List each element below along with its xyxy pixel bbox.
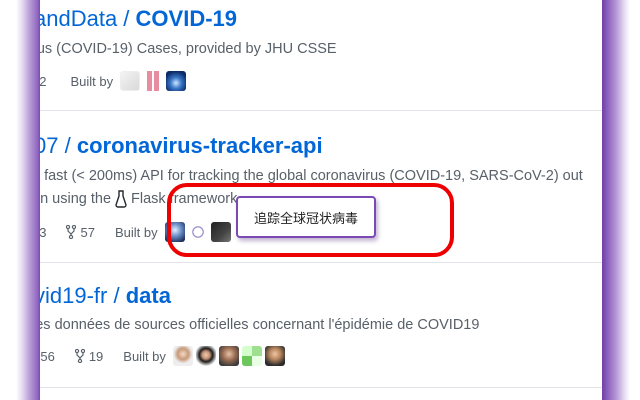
repo-description-line: d fast (< 200ms) API for tracking the gl…: [40, 168, 583, 184]
description-prefix: on using the: [40, 191, 112, 207]
avatar[interactable]: [195, 346, 216, 366]
stars-count[interactable]: 32: [40, 74, 46, 89]
repo-owner: andData: [40, 6, 118, 31]
repo-meta: r 56 19 Built by: [40, 346, 285, 366]
stars-value: 56: [40, 348, 55, 364]
left-frame-border: [0, 0, 40, 400]
repo-name: coronavirus-tracker-api: [76, 133, 323, 158]
right-frame-border: [600, 0, 640, 400]
fork-icon: [66, 225, 77, 239]
repo-meta: 32 Built by: [40, 71, 187, 91]
avatar[interactable]: [218, 346, 239, 366]
divider: [40, 387, 602, 388]
avatar[interactable]: [264, 346, 285, 366]
repo-name: COVID-19: [135, 6, 238, 31]
repo-title-link[interactable]: 07 / coronavirus-tracker-api: [40, 133, 323, 159]
avatar[interactable]: [241, 346, 262, 366]
tooltip-text: 追踪全球冠状病毒: [253, 211, 358, 227]
avatar[interactable]: [172, 346, 193, 366]
repo-title-link[interactable]: andData / COVID-19: [40, 6, 237, 32]
forks-count[interactable]: 19: [74, 348, 104, 364]
repo-description: rus (COVID-19) Cases, provided by JHU CS…: [40, 41, 337, 57]
divider: [40, 110, 602, 111]
forks-value: 19: [88, 348, 104, 364]
forks-value: 57: [80, 224, 95, 240]
avatar[interactable]: [143, 71, 164, 91]
stars-count[interactable]: 53: [40, 225, 46, 240]
repo-owner: 07: [40, 133, 59, 158]
avatar[interactable]: [120, 71, 141, 91]
built-by-label: Built by: [70, 73, 114, 89]
built-by-label: Built by: [114, 224, 158, 240]
repo-title-link[interactable]: vid19-fr / data: [40, 283, 171, 309]
repo-separator: /: [58, 133, 77, 158]
stars-count[interactable]: r 56: [40, 348, 55, 364]
repo-separator: /: [107, 283, 126, 308]
stars-value: 32: [40, 73, 47, 89]
built-by-label: Built by: [123, 348, 166, 364]
repo-owner: vid19-fr: [40, 283, 108, 308]
divider: [40, 262, 602, 263]
avatar[interactable]: [166, 71, 187, 91]
flask-icon: [115, 190, 127, 208]
fork-icon: [74, 349, 85, 363]
repo-description: les données de sources officielles conce…: [40, 317, 480, 333]
stars-value: 53: [40, 224, 47, 240]
repo-name: data: [125, 283, 171, 308]
tooltip-popup: 追踪全球冠状病毒: [236, 196, 376, 238]
repo-separator: /: [117, 6, 136, 31]
forks-count[interactable]: 57: [66, 224, 95, 240]
